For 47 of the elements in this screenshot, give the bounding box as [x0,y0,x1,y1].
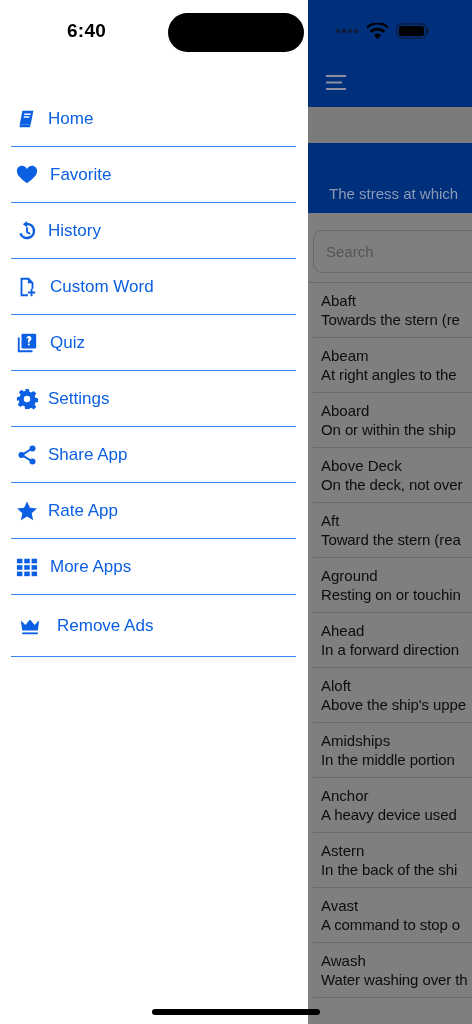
term-word: Aground [321,567,379,584]
term-word: Abeam [321,347,370,364]
share-icon [16,443,38,466]
menu-item[interactable]: Home [11,91,296,147]
term-definition: On or within the ship [321,421,457,438]
star-icon [16,499,38,522]
term-word: Ahead [321,622,366,639]
quiz-icon [16,331,38,354]
term-definition: At right angles to the [321,366,458,383]
banner-text: The stress at which [329,185,459,202]
term-definition: On the deck, not over [321,476,464,493]
term-definition: Resting on or touchin [321,586,462,603]
menu-icon[interactable] [326,75,346,90]
term-word: Aboard [321,402,371,419]
heart-icon [16,163,38,186]
term-definition: A heavy device used [321,806,458,823]
menu-item[interactable]: Quiz [11,315,296,371]
gear-icon [16,387,38,410]
term-word: Above Deck [321,457,403,474]
term-word: Anchor [321,787,370,804]
menu-item[interactable]: More Apps [11,539,296,595]
term-word: Avast [321,897,360,914]
battery-icon [396,23,430,39]
menu-item[interactable]: History [11,203,296,259]
term-definition: In a forward direction [321,641,460,658]
term-word: Astern [321,842,366,859]
wifi-icon [367,23,388,39]
term-word: Awash [321,952,367,969]
term-definition: In the middle portion [321,751,456,768]
term-word: Aft [321,512,341,529]
menu-item[interactable]: Favorite [11,147,296,203]
menu-item[interactable]: Share App [11,427,296,483]
term-definition: Toward the stern (rea [321,531,462,548]
menu-item[interactable]: Rate App [11,483,296,539]
term-word: Amidships [321,732,392,749]
term-word: Aloft [321,677,352,694]
term-definition: Towards the stern (re [321,311,461,328]
menu-item[interactable]: Settings [11,371,296,427]
term-definition: Above the ship's uppe [321,696,468,713]
term-definition: A command to stop o [321,916,461,933]
signal-icon [335,28,359,34]
menu-item[interactable]: Remove Ads [11,595,296,657]
menu-item[interactable]: Custom Word [11,259,296,315]
clock-time: 6:40 [67,20,107,42]
term-word: Abaft [321,292,358,309]
term-definition: In the back of the shi [321,861,459,878]
term-definition: Water washing over th [321,971,469,988]
